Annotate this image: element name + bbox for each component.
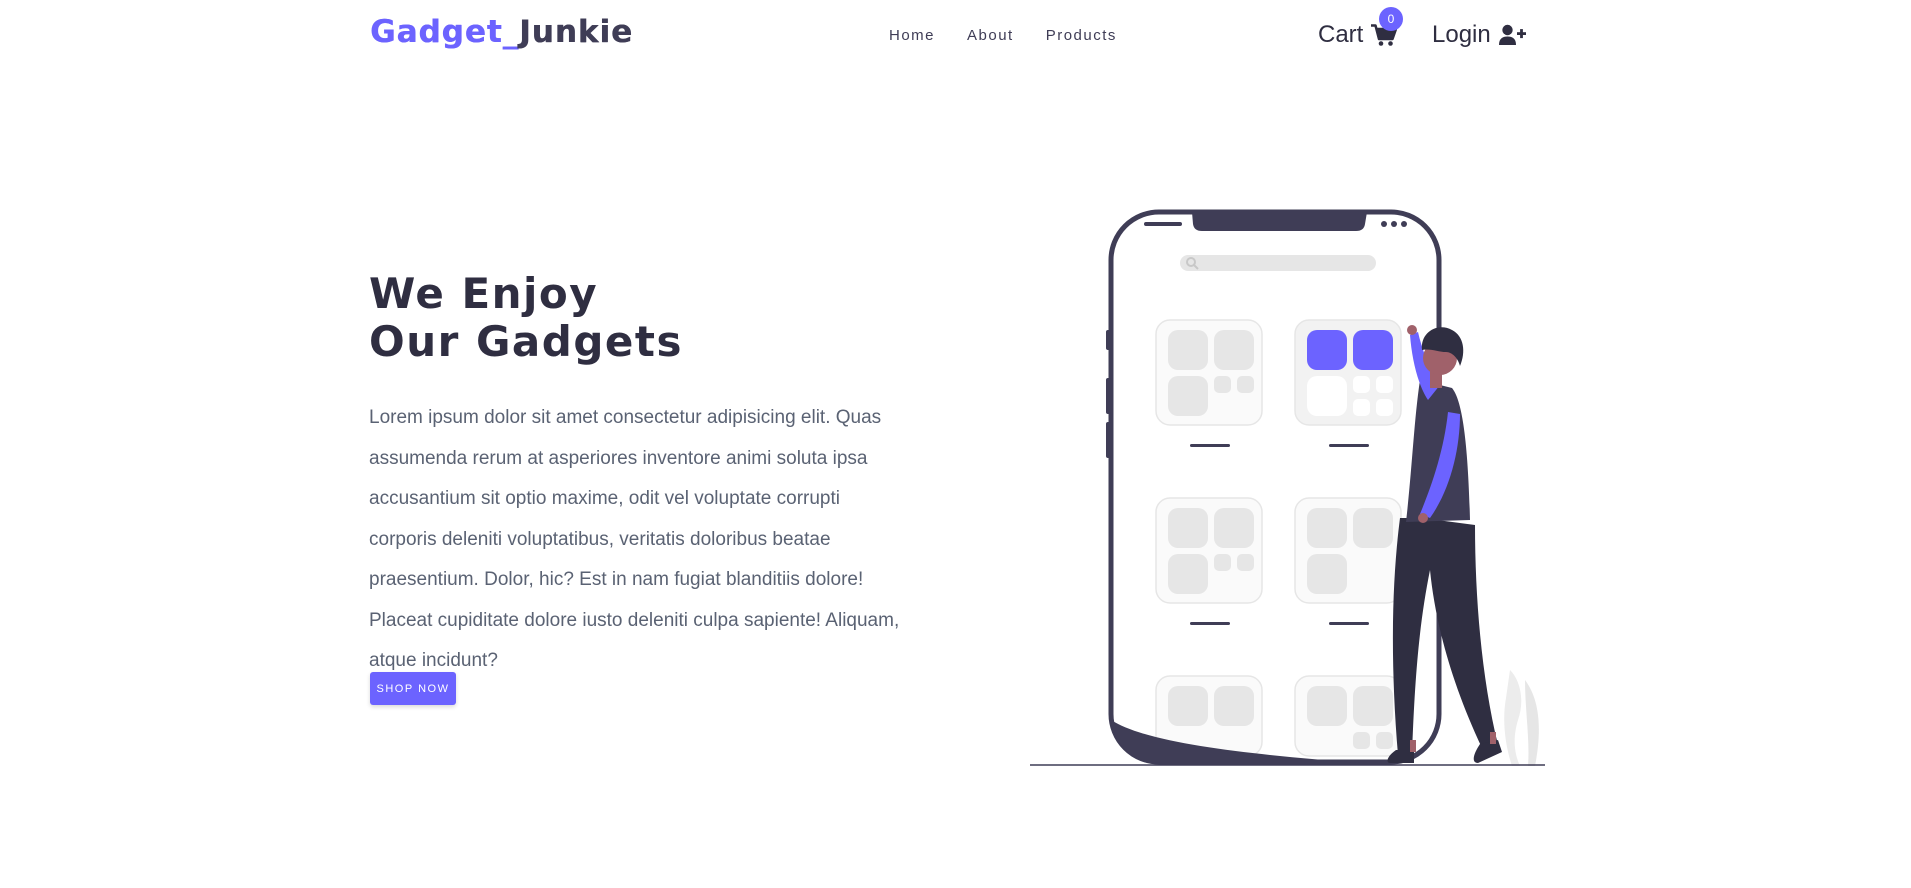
brand-logo-part2: Junkie — [519, 14, 634, 50]
nav-link-products[interactable]: Products — [1046, 27, 1117, 44]
login-link[interactable]: Login — [1432, 21, 1526, 49]
hero-title-line2: Our Gadgets — [369, 317, 683, 366]
hero-description: Lorem ipsum dolor sit amet consectetur a… — [369, 407, 900, 671]
nav-link-home[interactable]: Home — [889, 27, 935, 44]
cart-label: Cart — [1318, 21, 1364, 48]
nav-link-about[interactable]: About — [967, 27, 1014, 44]
brand-logo[interactable]: Gadget_Junkie — [370, 14, 633, 50]
hero-illustration — [1030, 209, 1545, 766]
hero-title-line1: We Enjoy — [369, 269, 599, 318]
cart-count-badge: 0 — [1379, 7, 1403, 31]
navbar: Gadget_Junkie Home About Products Cart 0… — [0, 0, 1911, 74]
login-label: Login — [1432, 21, 1491, 48]
nav-links: Home About Products — [889, 27, 1149, 44]
brand-logo-part1: Gadget_ — [370, 14, 520, 50]
hero-title: We Enjoy Our Gadgets — [369, 270, 683, 366]
user-plus-icon — [1498, 24, 1526, 45]
shop-now-button[interactable]: SHOP NOW — [370, 672, 456, 705]
